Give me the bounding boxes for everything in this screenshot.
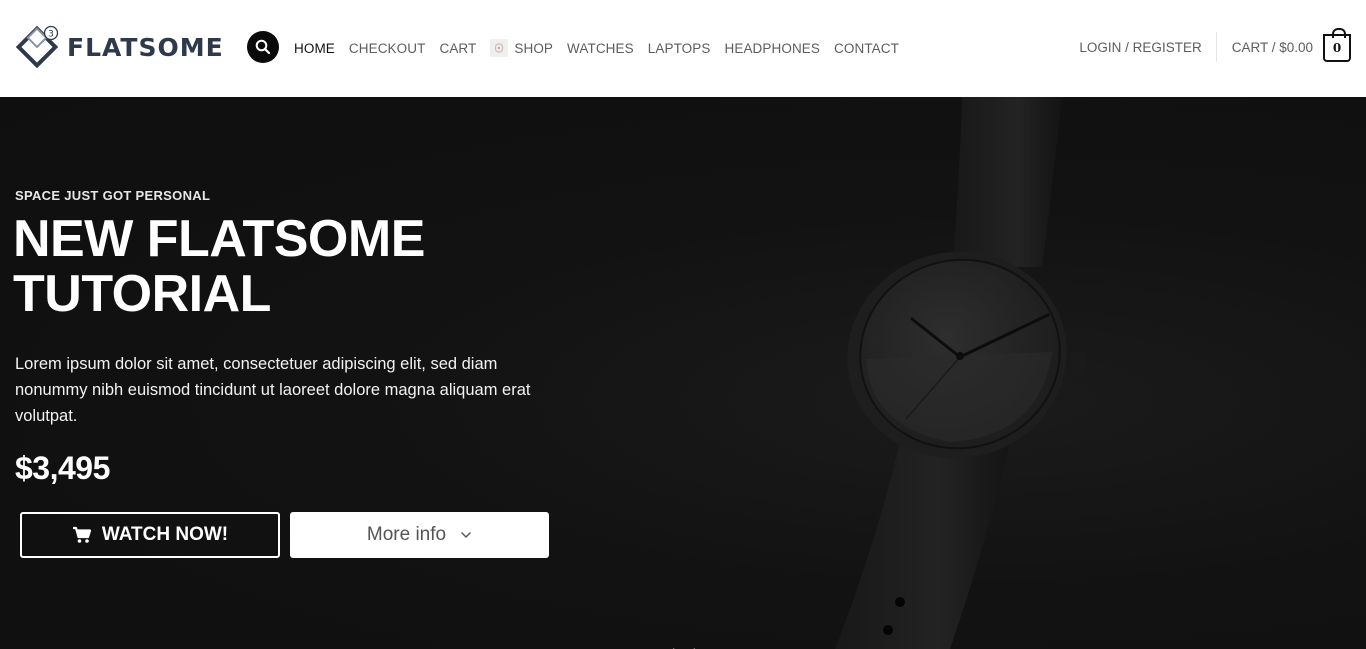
logo-mark-icon: 3 — [15, 25, 59, 69]
nav-item-cart[interactable]: CART — [439, 41, 476, 56]
nav-item-laptops[interactable]: LAPTOPS — [648, 41, 711, 56]
hero-title-line2: TUTORIAL — [13, 265, 271, 323]
more-info-button[interactable]: More info — [290, 512, 549, 558]
cart-icon[interactable]: 0 — [1323, 28, 1351, 62]
site-header: 3 FLATSOME HOME CHECKOUT CART SHOP WATCH… — [0, 0, 1366, 97]
nav-item-shop-label: SHOP — [514, 40, 554, 56]
watch-now-button[interactable]: WATCH NOW! — [20, 512, 280, 558]
hero-description: Lorem ipsum dolor sit amet, consectetuer… — [15, 355, 531, 425]
header-divider — [1215, 32, 1217, 62]
nav-item-home[interactable]: HOME — [294, 41, 335, 56]
main-nav: HOME CHECKOUT CART SHOP WATCHES LAPTOPS … — [294, 38, 913, 58]
hero-title-line1: NEW FLATSOME — [13, 210, 425, 268]
nav-item-shop[interactable]: SHOP — [490, 39, 553, 57]
logo-badge: 3 — [48, 30, 54, 40]
shopping-cart-icon — [72, 526, 91, 543]
more-info-label: More info — [366, 524, 447, 545]
nav-item-checkout[interactable]: CHECKOUT — [349, 41, 426, 56]
hero-banner: SPACE JUST GOT PERSONAL NEW FLATSOME TUT… — [0, 97, 1366, 649]
login-register-link[interactable]: LOGIN / REGISTER — [1079, 40, 1201, 55]
logo-text: FLATSOME — [67, 32, 224, 62]
nav-item-headphones[interactable]: HEADPHONES — [724, 41, 820, 56]
scroll-down-icon[interactable] — [672, 642, 696, 649]
nav-item-contact[interactable]: CONTACT — [834, 41, 899, 56]
search-icon — [255, 39, 271, 55]
watch-now-label: WATCH NOW! — [101, 524, 229, 545]
cart-total-link[interactable]: CART / $0.00 — [1232, 40, 1313, 55]
logo[interactable]: 3 FLATSOME — [15, 25, 224, 69]
hero-title: NEW FLATSOME TUTORIAL — [13, 212, 553, 322]
hero-price: $3,495 — [15, 450, 110, 486]
nav-item-watches[interactable]: WATCHES — [567, 41, 634, 56]
shop-icon — [490, 39, 509, 57]
search-button[interactable] — [247, 31, 279, 63]
cart-count: 0 — [1332, 41, 1342, 55]
chevron-down-icon — [460, 531, 472, 539]
header-account: LOGIN / REGISTER CART / $0.00 0 — [1079, 28, 1351, 63]
hero-eyebrow: SPACE JUST GOT PERSONAL — [15, 188, 211, 203]
